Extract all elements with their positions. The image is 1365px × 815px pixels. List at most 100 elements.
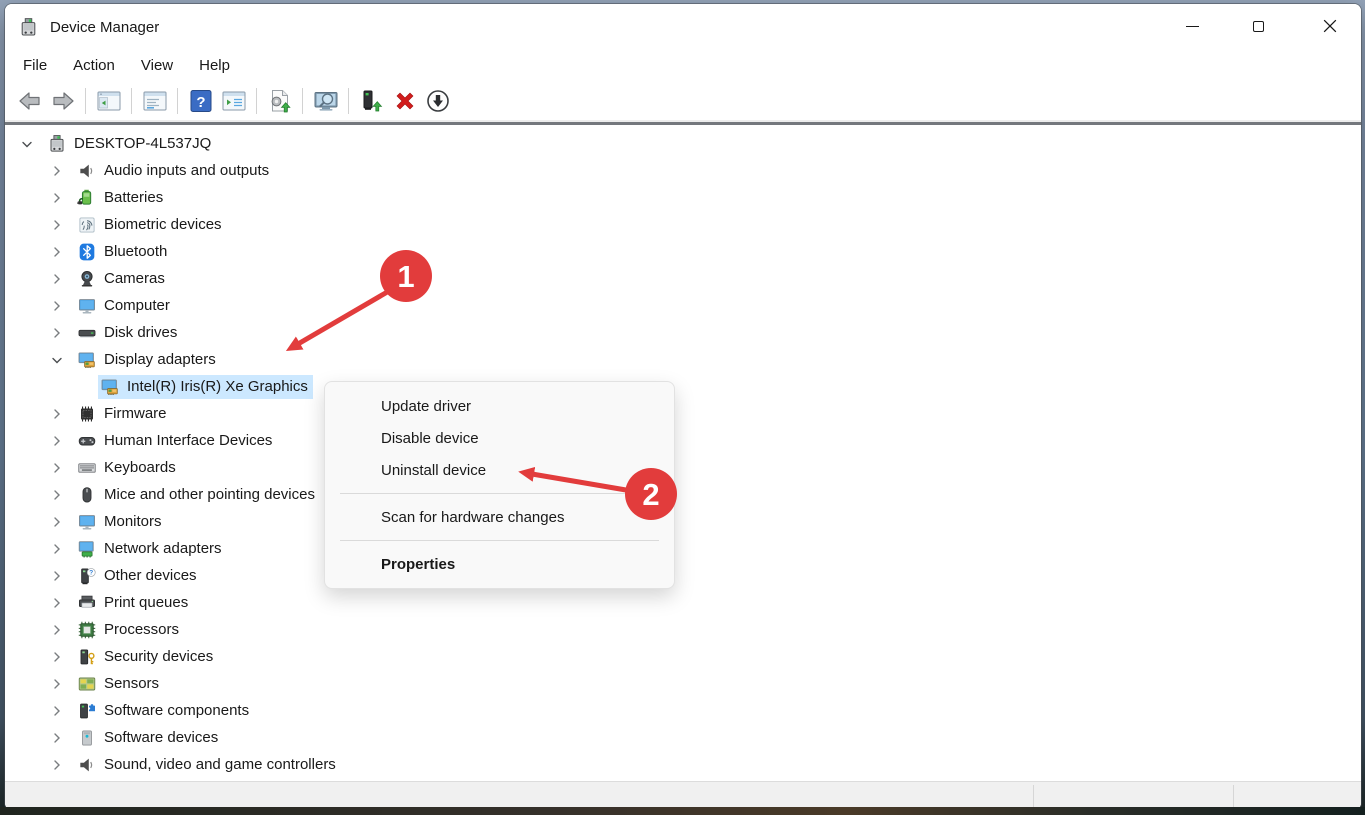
chevron-right-icon[interactable] [47,161,67,181]
tree-item-content: Print queues [75,591,193,615]
chevron-right-icon[interactable] [47,215,67,235]
update-device-driver-button[interactable] [356,85,387,116]
close-button[interactable] [1307,4,1353,48]
chevron-right-icon[interactable] [47,539,67,559]
context-menu-item-update-driver[interactable]: Update driver [325,390,674,422]
tree-item[interactable]: Disk drives [5,319,1361,346]
processor-icon [77,620,97,640]
tree-item[interactable]: Print queues [5,589,1361,616]
camera-icon [77,269,97,289]
help-button[interactable]: ? [185,85,216,116]
tree-item[interactable]: Batteries [5,184,1361,211]
tree-item[interactable]: Software components [5,697,1361,724]
battery-icon [77,188,97,208]
tree-item-label: Network adapters [104,540,222,557]
tree-item[interactable]: Display adapters [5,346,1361,373]
chevron-right-icon[interactable] [47,728,67,748]
firmware-icon [77,404,97,424]
tree-item[interactable]: Software devices [5,724,1361,751]
statusbar-main-pane [5,782,1033,810]
back-button[interactable] [14,85,45,116]
tree-item-label: Monitors [104,513,162,530]
tree-item-label: Sound, video and game controllers [104,756,336,773]
tree-item-label: Computer [104,297,170,314]
tree-item[interactable]: Monitors [5,508,1361,535]
chevron-right-icon[interactable] [47,593,67,613]
context-menu-item-disable-device[interactable]: Disable device [325,422,674,454]
uninstall-device-button[interactable] [389,85,420,116]
tree-item-content: Network adapters [75,537,227,561]
tree-item-content: DESKTOP-4L537JQ [45,132,216,156]
scan-hardware-changes-button[interactable] [310,85,341,116]
chevron-right-icon[interactable] [47,674,67,694]
fingerprint-icon [77,215,97,235]
update-driver-button[interactable] [264,85,295,116]
statusbar-pane-2 [1034,782,1233,810]
context-menu-item-scan-for-hardware-changes[interactable]: Scan for hardware changes [325,501,674,533]
tree-item[interactable]: Computer [5,292,1361,319]
forward-button[interactable] [47,85,78,116]
computer-device-icon [47,134,67,154]
tree-item-label: Bluetooth [104,243,168,260]
tree-item[interactable]: Intel(R) Iris(R) Xe Graphics [5,373,1361,400]
chevron-right-icon[interactable] [47,566,67,586]
chevron-right-icon[interactable] [47,323,67,343]
svg-text:?: ? [196,94,205,111]
chevron-right-icon[interactable] [47,647,67,667]
tree-item-content: Batteries [75,186,168,210]
tree-item[interactable]: Audio inputs and outputs [5,157,1361,184]
device-up-arrow-icon [359,88,385,114]
menu-view[interactable]: View [128,53,186,78]
tree-item[interactable]: Sound, video and game controllers [5,751,1361,778]
tree-item-content: Biometric devices [75,213,227,237]
menu-file[interactable]: File [10,53,60,78]
tree-item[interactable]: Processors [5,616,1361,643]
chevron-right-icon[interactable] [47,296,67,316]
context-menu-item-properties[interactable]: Properties [325,548,674,580]
tree-item[interactable]: ? Other devices [5,562,1361,589]
forward-arrow-icon [50,88,76,114]
device-tree: DESKTOP-4L537JQ Audio inputs and outputs B… [5,126,1361,781]
tree-item[interactable]: Human Interface Devices [5,427,1361,454]
chevron-right-icon[interactable] [47,755,67,775]
tree-item[interactable]: Biometric devices [5,211,1361,238]
chevron-right-icon[interactable] [47,458,67,478]
minimize-button[interactable] [1169,4,1215,48]
chevron-right-icon[interactable] [47,620,67,640]
tree-item-content: Intel(R) Iris(R) Xe Graphics [98,374,313,399]
tree-item[interactable]: Cameras [5,265,1361,292]
action-pane-button[interactable] [218,85,249,116]
tree-item[interactable]: Keyboards [5,454,1361,481]
show-console-tree-button[interactable] [93,85,124,116]
chevron-down-icon[interactable] [47,350,67,370]
properties-button[interactable] [139,85,170,116]
toolbar: ? [5,81,1361,120]
disable-device-button[interactable] [422,85,453,116]
tree-item[interactable]: DESKTOP-4L537JQ [5,130,1361,157]
context-menu-item-uninstall-device[interactable]: Uninstall device [325,454,674,486]
tree-item[interactable]: Firmware [5,400,1361,427]
tree-item[interactable]: Bluetooth [5,238,1361,265]
chevron-down-icon[interactable] [17,134,37,154]
toolbar-separator [85,87,86,114]
tree-item[interactable]: Mice and other pointing devices [5,481,1361,508]
tree-item[interactable]: Sensors [5,670,1361,697]
tree-item[interactable]: Network adapters [5,535,1361,562]
maximize-icon [1252,20,1264,32]
chevron-right-icon[interactable] [47,431,67,451]
tree-item-content: Audio inputs and outputs [75,159,274,183]
chevron-right-icon[interactable] [47,404,67,424]
menu-help[interactable]: Help [186,53,243,78]
chevron-right-icon[interactable] [47,242,67,262]
statusbar-pane-3 [1234,782,1361,810]
chevron-right-icon[interactable] [47,269,67,289]
tree-item-content: Software components [75,699,254,723]
maximize-button[interactable] [1235,4,1281,48]
menu-action[interactable]: Action [60,53,128,78]
chevron-right-icon[interactable] [47,188,67,208]
chevron-right-icon[interactable] [47,701,67,721]
chevron-right-icon[interactable] [47,512,67,532]
chevron-right-icon[interactable] [47,485,67,505]
tree-item-label: Print queues [104,594,189,611]
tree-item[interactable]: Security devices [5,643,1361,670]
